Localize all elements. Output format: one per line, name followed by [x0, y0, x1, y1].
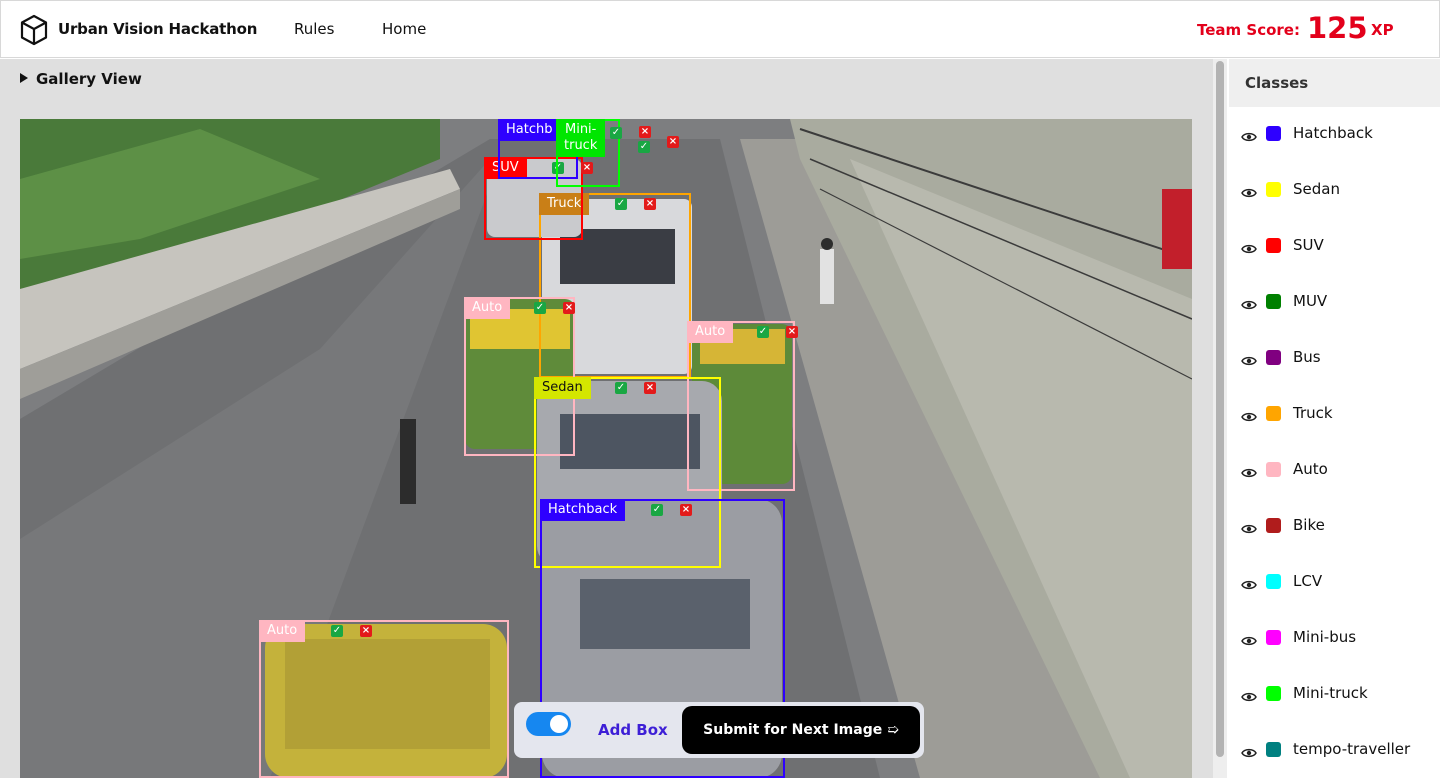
eye-icon[interactable]	[1241, 632, 1257, 646]
class-item-auto[interactable]: Auto	[1229, 457, 1440, 487]
eye-icon[interactable]	[1241, 240, 1257, 254]
accept-check-icon[interactable]: ✓	[610, 127, 622, 139]
class-name-label: Bike	[1293, 516, 1325, 534]
class-name-label: Bus	[1293, 348, 1321, 366]
class-item-bus[interactable]: Bus	[1229, 345, 1440, 375]
annotation-tag-hatchback: Hatchback	[540, 499, 626, 521]
class-name-label: tempo-traveller	[1293, 740, 1411, 758]
team-score-value: 125	[1307, 11, 1368, 45]
cube-logo-icon	[20, 14, 48, 46]
reject-x-icon[interactable]: ×	[644, 382, 656, 394]
class-color-swatch	[1266, 742, 1281, 757]
reject-x-icon[interactable]: ×	[680, 504, 692, 516]
class-color-swatch	[1266, 574, 1281, 589]
box-mode-toggle[interactable]	[526, 712, 571, 736]
class-color-swatch	[1266, 518, 1281, 533]
classes-header: Classes	[1229, 59, 1440, 107]
main-scrollbar[interactable]	[1213, 59, 1227, 778]
reject-x-icon[interactable]: ×	[644, 198, 656, 210]
classes-sidebar: Classes Hatchback Sedan SUV MUV Bus Truck Auto…	[1229, 59, 1440, 778]
class-name-label: Sedan	[1293, 180, 1340, 198]
class-name-label: Mini-truck	[1293, 684, 1368, 702]
eye-icon[interactable]	[1241, 464, 1257, 478]
eye-icon[interactable]	[1241, 744, 1257, 758]
accept-check-icon[interactable]: ✓	[331, 625, 343, 637]
annotation-tag-hatchback: Hatchb	[498, 119, 561, 141]
class-item-muv[interactable]: MUV	[1229, 289, 1440, 319]
reject-x-icon[interactable]: ×	[667, 136, 679, 148]
annotation-tag-auto: Auto	[687, 321, 734, 343]
class-name-label: Truck	[1293, 404, 1333, 422]
top-header: Urban Vision Hackathon Rules Home Team S…	[0, 0, 1440, 58]
app-title: Urban Vision Hackathon	[58, 20, 258, 38]
toggle-knob	[550, 715, 568, 733]
nav-rules-link[interactable]: Rules	[294, 20, 334, 38]
class-name-label: Auto	[1293, 460, 1328, 478]
disclosure-triangle-icon	[20, 73, 28, 83]
gallery-view-toggle[interactable]: Gallery View	[20, 70, 142, 88]
class-item-hatchback[interactable]: Hatchback	[1229, 121, 1440, 151]
accept-check-icon[interactable]: ✓	[615, 382, 627, 394]
bottom-toolbar: Add Box Submit for Next Image ➯	[514, 702, 924, 758]
reject-x-icon[interactable]: ×	[563, 302, 575, 314]
nav-home-link[interactable]: Home	[382, 20, 426, 38]
eye-icon[interactable]	[1241, 128, 1257, 142]
reject-x-icon[interactable]: ×	[360, 625, 372, 637]
accept-check-icon[interactable]: ✓	[534, 302, 546, 314]
eye-icon[interactable]	[1241, 408, 1257, 422]
accept-check-icon[interactable]: ✓	[615, 198, 627, 210]
gallery-view-label: Gallery View	[36, 70, 142, 88]
class-color-swatch	[1266, 406, 1281, 421]
reject-x-icon[interactable]: ×	[786, 326, 798, 338]
reject-x-icon[interactable]: ×	[639, 126, 651, 138]
scrollbar-thumb[interactable]	[1216, 61, 1224, 757]
class-name-label: SUV	[1293, 236, 1324, 254]
submit-next-image-button[interactable]: Submit for Next Image ➯	[682, 706, 920, 754]
annotation-canvas[interactable]: Truck ✓ × SUV ✓ × Hatchb ✓ × Mini- truck…	[20, 119, 1192, 778]
eye-icon[interactable]	[1241, 184, 1257, 198]
class-color-swatch	[1266, 462, 1281, 477]
annotation-tag-sedan: Sedan	[534, 377, 591, 399]
class-item-lcv[interactable]: LCV	[1229, 569, 1440, 599]
accept-check-icon[interactable]: ✓	[638, 141, 650, 153]
accept-check-icon[interactable]: ✓	[757, 326, 769, 338]
class-color-swatch	[1266, 294, 1281, 309]
class-color-swatch	[1266, 630, 1281, 645]
class-color-swatch	[1266, 182, 1281, 197]
class-item-bike[interactable]: Bike	[1229, 513, 1440, 543]
eye-icon[interactable]	[1241, 520, 1257, 534]
classes-title: Classes	[1245, 74, 1309, 92]
main-workspace: Gallery View Truck ✓ × SUV ✓ × Hatchb ✓ …	[0, 59, 1213, 778]
eye-icon[interactable]	[1241, 688, 1257, 702]
eye-icon[interactable]	[1241, 352, 1257, 366]
class-name-label: Hatchback	[1293, 124, 1373, 142]
class-item-truck[interactable]: Truck	[1229, 401, 1440, 431]
team-score-unit: XP	[1371, 21, 1394, 39]
annotation-tag-auto: Auto	[259, 620, 306, 642]
class-item-tempo-traveller[interactable]: tempo-traveller	[1229, 737, 1440, 767]
annotation-box-auto-bottom[interactable]: Auto ✓ ×	[259, 620, 509, 778]
class-name-label: MUV	[1293, 292, 1328, 310]
class-color-swatch	[1266, 350, 1281, 365]
annotation-tag-mini-truck: Mini- truck	[556, 119, 606, 157]
team-score-label: Team Score:	[1197, 21, 1300, 39]
eye-icon[interactable]	[1241, 576, 1257, 590]
add-box-button[interactable]: Add Box	[598, 721, 668, 739]
class-name-label: LCV	[1293, 572, 1323, 590]
class-item-mini-bus[interactable]: Mini-bus	[1229, 625, 1440, 655]
class-color-swatch	[1266, 126, 1281, 141]
eye-icon[interactable]	[1241, 296, 1257, 310]
class-item-sedan[interactable]: Sedan	[1229, 177, 1440, 207]
class-item-suv[interactable]: SUV	[1229, 233, 1440, 263]
accept-check-icon[interactable]: ✓	[651, 504, 663, 516]
class-color-swatch	[1266, 238, 1281, 253]
class-color-swatch	[1266, 686, 1281, 701]
class-name-label: Mini-bus	[1293, 628, 1357, 646]
annotation-tag-auto: Auto	[464, 297, 511, 319]
annotation-box-mini-truck[interactable]: Mini- truck ✓ ×	[556, 119, 651, 187]
class-item-mini-truck[interactable]: Mini-truck	[1229, 681, 1440, 711]
